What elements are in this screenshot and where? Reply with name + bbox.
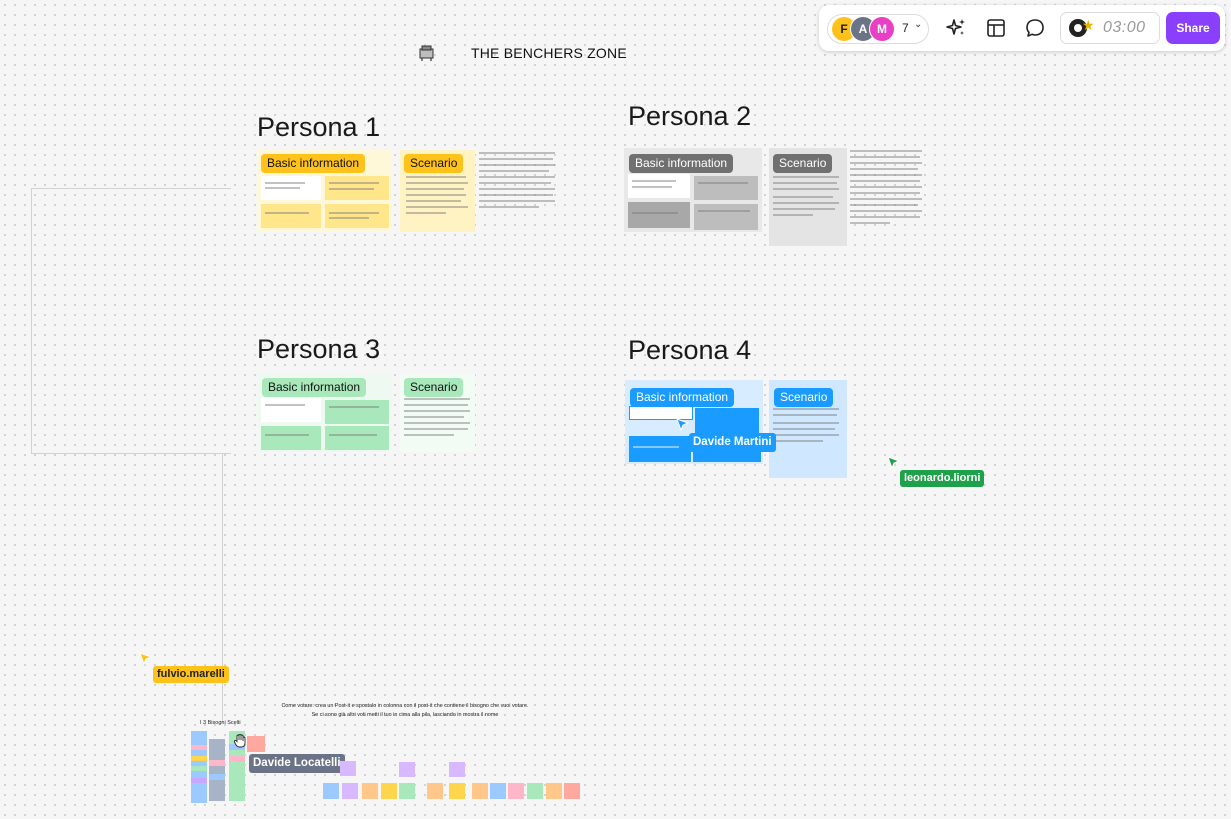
- basic-info-tag: Basic information: [630, 388, 735, 407]
- scenario-notes: [479, 150, 557, 220]
- persona-title: Persona 4: [628, 335, 752, 365]
- sticky-note[interactable]: [449, 783, 465, 799]
- sticky-note[interactable]: [490, 783, 506, 799]
- sticky-note[interactable]: [381, 783, 397, 799]
- sticky-note[interactable]: [399, 783, 415, 799]
- collaborator-cursor-label: Davide Martini: [689, 433, 776, 452]
- collaborator-cursor-label: leonardo.liorni: [900, 470, 985, 487]
- sticky-note[interactable]: [527, 783, 543, 799]
- cursor-arrow-icon: [139, 652, 153, 666]
- sticky-note[interactable]: [247, 736, 265, 752]
- collaborators-button[interactable]: F A M 7 ⌄: [827, 14, 929, 44]
- sticky-note[interactable]: [399, 762, 415, 777]
- scenario-tag: Scenario: [773, 154, 833, 173]
- collaborator-cursor-label: fulvio.marelli: [153, 666, 229, 683]
- cursor-arrow-icon: [676, 418, 690, 432]
- bench-logo-icon: [419, 45, 434, 61]
- scenario-tag: Scenario: [774, 388, 834, 407]
- comment-icon[interactable]: [1023, 16, 1047, 40]
- persona-title: Persona 1: [257, 112, 381, 142]
- sticky-note[interactable]: [342, 783, 358, 799]
- scenario-tag: Scenario: [404, 378, 464, 397]
- sticky-note[interactable]: [323, 783, 339, 799]
- sticky-note-column[interactable]: [209, 739, 225, 801]
- board-title: THE BENCHERS ZONE: [471, 45, 627, 61]
- frame-border: [31, 188, 231, 189]
- avatar[interactable]: M: [869, 16, 895, 42]
- frame-border: [31, 453, 231, 454]
- sticky-note[interactable]: [472, 783, 488, 799]
- hand-cursor-icon: [233, 734, 246, 748]
- timer-control[interactable]: ★ 03:00: [1060, 12, 1160, 44]
- cursor-arrow-icon: [887, 456, 901, 470]
- top-toolbar: F A M 7 ⌄ ★ 03:00 Share: [819, 5, 1225, 51]
- persona-title: Persona 2: [628, 101, 752, 131]
- layout-icon[interactable]: [984, 16, 1008, 40]
- persona-card[interactable]: Basic information Scenario: [624, 148, 924, 246]
- scenario-tag: Scenario: [404, 154, 464, 173]
- sticky-note[interactable]: [508, 783, 524, 799]
- basic-info-tag: Basic information: [262, 378, 367, 397]
- share-button[interactable]: Share: [1166, 12, 1220, 44]
- voting-instructions: Come votare: crea un Post-it e spostalo …: [281, 703, 529, 718]
- collaborator-cursor-label: Davide Locatelli: [249, 754, 345, 773]
- sticky-note[interactable]: [546, 783, 562, 799]
- persona-card[interactable]: Basic information Scenario: [625, 380, 847, 478]
- persona-card[interactable]: Basic information Scenario: [257, 374, 477, 454]
- frame-border: [31, 188, 32, 453]
- sticky-note[interactable]: [427, 783, 443, 799]
- sticky-note[interactable]: [340, 761, 356, 776]
- timer-value: 03:00: [1103, 19, 1146, 36]
- scenario-notes: [850, 148, 924, 228]
- basic-info-tag: Basic information: [629, 154, 734, 173]
- sticky-note[interactable]: [564, 783, 580, 799]
- persona-card[interactable]: Basic information Scenario: [257, 150, 557, 235]
- voting-title: I 3 Bisogni Scelti: [200, 720, 241, 726]
- ai-sparkle-icon[interactable]: [944, 16, 968, 40]
- chevron-down-icon: ⌄: [914, 19, 923, 30]
- star-icon: ★: [1082, 17, 1095, 33]
- sticky-note[interactable]: [362, 783, 378, 799]
- persona-title: Persona 3: [257, 334, 381, 364]
- collaborator-count: 7: [902, 21, 909, 35]
- sticky-note[interactable]: [449, 762, 465, 777]
- basic-info-tag: Basic information: [261, 154, 366, 173]
